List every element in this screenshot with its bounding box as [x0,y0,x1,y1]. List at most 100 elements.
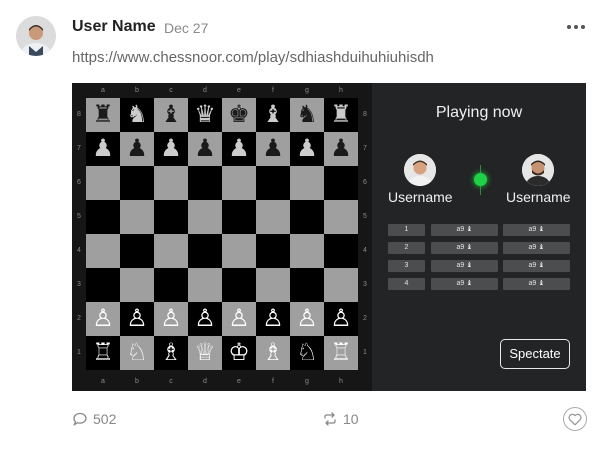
square-h2[interactable]: ♙ [324,302,358,336]
square-a5[interactable] [86,200,120,234]
square-d3[interactable] [188,268,222,302]
chess-piece[interactable]: ♝ [262,103,284,127]
chess-piece[interactable]: ♕ [194,341,216,365]
player-left-avatar[interactable] [404,154,436,186]
square-a8[interactable]: ♜ [86,98,120,132]
chess-piece[interactable]: ♟ [92,137,114,161]
chess-piece[interactable]: ♙ [160,307,182,331]
more-options-icon[interactable] [562,18,590,36]
square-b5[interactable] [120,200,154,234]
square-d5[interactable] [188,200,222,234]
square-h1[interactable]: ♖ [324,336,358,370]
chess-piece[interactable]: ♞ [296,103,318,127]
square-e4[interactable] [222,234,256,268]
square-a3[interactable] [86,268,120,302]
author-avatar[interactable] [16,16,56,56]
square-e6[interactable] [222,166,256,200]
square-b3[interactable] [120,268,154,302]
square-g4[interactable] [290,234,324,268]
square-h4[interactable] [324,234,358,268]
chess-piece[interactable]: ♟ [296,137,318,161]
chess-piece[interactable]: ♟ [262,137,284,161]
square-b2[interactable]: ♙ [120,302,154,336]
square-b8[interactable]: ♞ [120,98,154,132]
chess-piece[interactable]: ♟ [330,137,352,161]
like-button[interactable] [563,407,587,431]
square-a7[interactable]: ♟ [86,132,120,166]
square-b7[interactable]: ♟ [120,132,154,166]
square-f8[interactable]: ♝ [256,98,290,132]
square-f4[interactable] [256,234,290,268]
chess-piece[interactable]: ♟ [160,137,182,161]
square-h8[interactable]: ♜ [324,98,358,132]
move-row[interactable]: 1 a9 ♝ a9 ♝ [388,224,570,236]
square-h6[interactable] [324,166,358,200]
spectate-button[interactable]: Spectate [500,339,570,369]
author-name[interactable]: User Name [72,18,156,36]
square-g6[interactable] [290,166,324,200]
square-c1[interactable]: ♗ [154,336,188,370]
chess-piece[interactable]: ♙ [126,307,148,331]
chess-piece[interactable]: ♜ [92,103,114,127]
chess-piece[interactable]: ♟ [228,137,250,161]
chess-piece[interactable]: ♞ [126,103,148,127]
move-row[interactable]: 2 a9 ♝ a9 ♝ [388,242,570,254]
square-f6[interactable] [256,166,290,200]
chessboard[interactable]: ♜ ♞ ♝ ♛ ♚ ♝ ♞ ♜ ♟ ♟ ♟ ♟ ♟ ♟ ♟ ♟ ♙ ♙ ♙ ♙ ♙ ♙ ♙ ♙ ♖ ♘ ♗ ♕ ♔ ♗ ♘ ♖ [86,98,358,370]
chess-piece[interactable]: ♙ [330,307,352,331]
square-d7[interactable]: ♟ [188,132,222,166]
chess-piece[interactable]: ♚ [228,103,250,127]
square-c8[interactable]: ♝ [154,98,188,132]
chess-piece[interactable]: ♙ [228,307,250,331]
square-b1[interactable]: ♘ [120,336,154,370]
chess-piece[interactable]: ♜ [330,103,352,127]
chess-piece[interactable]: ♖ [92,341,114,365]
square-d2[interactable]: ♙ [188,302,222,336]
square-g8[interactable]: ♞ [290,98,324,132]
square-a1[interactable]: ♖ [86,336,120,370]
square-h5[interactable] [324,200,358,234]
square-a4[interactable] [86,234,120,268]
chess-piece[interactable]: ♗ [262,341,284,365]
square-b4[interactable] [120,234,154,268]
square-e8[interactable]: ♚ [222,98,256,132]
move-row[interactable]: 3 a9 ♝ a9 ♝ [388,260,570,272]
square-e7[interactable]: ♟ [222,132,256,166]
reposts-stat[interactable]: 10 [322,411,359,427]
square-c5[interactable] [154,200,188,234]
chess-game-card[interactable]: a b c d e f g h a b c d e f g h 8 7 6 5 4 3 2 1 8 7 6 5 4 3 2 1 ♜ ♞ ♝ ♛… [72,83,586,391]
square-h7[interactable]: ♟ [324,132,358,166]
square-f1[interactable]: ♗ [256,336,290,370]
chess-piece[interactable]: ♖ [330,341,352,365]
square-e3[interactable] [222,268,256,302]
square-f5[interactable] [256,200,290,234]
chess-piece[interactable]: ♗ [160,341,182,365]
chess-piece[interactable]: ♔ [228,341,250,365]
player-right-avatar[interactable] [522,154,554,186]
square-b6[interactable] [120,166,154,200]
square-e1[interactable]: ♔ [222,336,256,370]
square-c4[interactable] [154,234,188,268]
square-a2[interactable]: ♙ [86,302,120,336]
square-h3[interactable] [324,268,358,302]
chess-piece[interactable]: ♙ [194,307,216,331]
square-d4[interactable] [188,234,222,268]
square-g3[interactable] [290,268,324,302]
chess-piece[interactable]: ♛ [194,103,216,127]
square-g7[interactable]: ♟ [290,132,324,166]
square-g2[interactable]: ♙ [290,302,324,336]
chess-piece[interactable]: ♘ [296,341,318,365]
square-c7[interactable]: ♟ [154,132,188,166]
square-d6[interactable] [188,166,222,200]
chess-piece[interactable]: ♟ [126,137,148,161]
square-d8[interactable]: ♛ [188,98,222,132]
chess-piece[interactable]: ♙ [92,307,114,331]
square-e2[interactable]: ♙ [222,302,256,336]
chess-piece[interactable]: ♘ [126,341,148,365]
chess-piece[interactable]: ♙ [296,307,318,331]
move-row[interactable]: 4 a9 ♝ a9 ♝ [388,278,570,290]
player-right-name[interactable]: Username [506,189,571,205]
chess-piece[interactable]: ♝ [160,103,182,127]
square-f2[interactable]: ♙ [256,302,290,336]
player-left-name[interactable]: Username [388,189,453,205]
